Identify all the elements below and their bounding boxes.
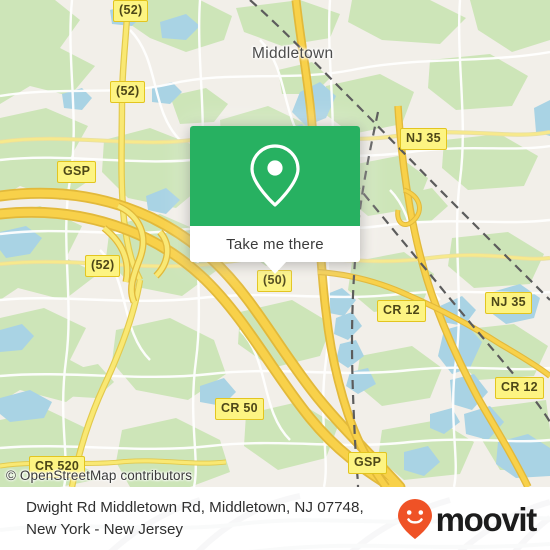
footer-bar: Dwight Rd Middletown Rd, Middletown, NJ … xyxy=(0,487,550,550)
route-shield-nj35-south: NJ 35 xyxy=(485,292,532,314)
popup-pointer-tail xyxy=(263,261,287,274)
take-me-there-label: Take me there xyxy=(226,235,324,253)
map-city-label: Middletown xyxy=(252,45,334,62)
moovit-wordmark: moovit xyxy=(435,501,538,538)
address-line-2: New York - New Jersey xyxy=(26,520,183,538)
footer-content: Dwight Rd Middletown Rd, Middletown, NJ … xyxy=(0,487,550,550)
address-line-1: Dwight Rd Middletown Rd, Middletown, NJ … xyxy=(26,498,364,516)
location-popup-header xyxy=(190,126,360,226)
route-shield-gsp-south: GSP xyxy=(348,452,388,474)
location-popup-card[interactable]: Take me there xyxy=(190,126,360,274)
route-shield-nj35-north: NJ 35 xyxy=(400,128,447,150)
route-shield-52-north: (52) xyxy=(113,0,149,22)
take-me-there-button[interactable]: Take me there xyxy=(190,226,360,262)
moovit-location-screenshot: Middletown (52) (52) GSP (52) (50) CR 50… xyxy=(0,0,550,550)
route-shield-cr12-east: CR 12 xyxy=(495,377,544,399)
location-pin-icon xyxy=(250,144,300,207)
location-address: Dwight Rd Middletown Rd, Middletown, NJ … xyxy=(26,497,364,540)
route-shield-cr50: CR 50 xyxy=(215,398,264,420)
route-shield-gsp-west: GSP xyxy=(57,161,97,183)
route-shield-52-mid: (52) xyxy=(110,81,146,103)
route-shield-52-south: (52) xyxy=(85,255,121,277)
route-shield-cr12-west: CR 12 xyxy=(377,300,426,322)
osm-attribution[interactable]: © OpenStreetMap contributors xyxy=(6,468,192,483)
moovit-smiley-pin-icon xyxy=(397,498,432,539)
moovit-brand-logo[interactable]: moovit xyxy=(397,498,538,540)
map-canvas[interactable]: Middletown (52) (52) GSP (52) (50) CR 50… xyxy=(0,0,550,487)
location-popup-body: Take me there xyxy=(190,126,360,262)
